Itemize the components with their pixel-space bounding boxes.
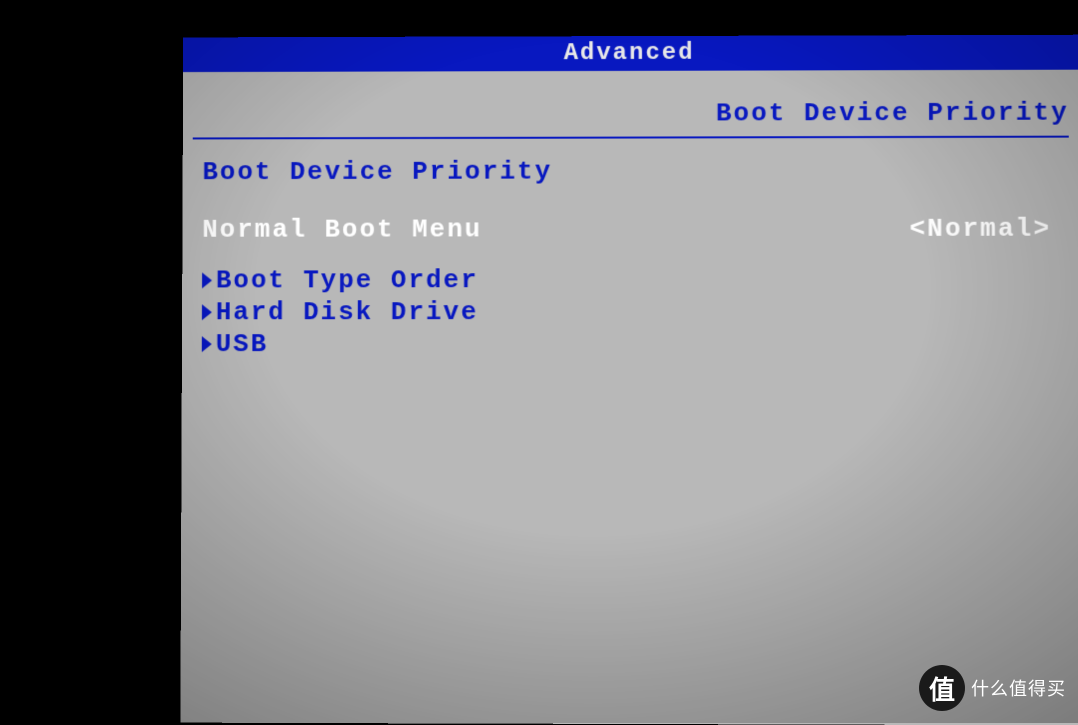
triangle-right-icon	[202, 336, 212, 352]
submenu-boot-type-order[interactable]: Boot Type Order	[202, 264, 1059, 297]
submenu-hard-disk-drive[interactable]: Hard Disk Drive	[202, 296, 1059, 328]
submenu-label: USB	[216, 328, 269, 360]
header-tab-label: Advanced	[564, 40, 695, 67]
page-title: Boot Device Priority	[193, 70, 1069, 140]
section-title: Boot Device Priority	[202, 156, 1058, 187]
header-tab-advanced[interactable]: Advanced	[183, 35, 1078, 72]
normal-boot-value: <Normal>	[909, 214, 1059, 244]
submenu-usb[interactable]: USB	[202, 328, 1060, 360]
watermark-logo-icon: 值	[919, 665, 965, 711]
normal-boot-label: Normal Boot Menu	[202, 214, 482, 244]
watermark: 值 什么值得买	[919, 665, 1066, 711]
submenu-label: Boot Type Order	[216, 264, 479, 296]
content-area: Boot Device Priority Normal Boot Menu <N…	[182, 138, 1078, 378]
bios-screen: Advanced Boot Device Priority Boot Devic…	[180, 35, 1078, 725]
triangle-right-icon	[202, 273, 212, 289]
submenu-list: Boot Type Order Hard Disk Drive USB	[202, 264, 1060, 360]
submenu-label: Hard Disk Drive	[216, 296, 479, 328]
watermark-text: 什么值得买	[971, 675, 1066, 701]
triangle-right-icon	[202, 304, 212, 320]
normal-boot-menu-row[interactable]: Normal Boot Menu <Normal>	[202, 214, 1059, 245]
